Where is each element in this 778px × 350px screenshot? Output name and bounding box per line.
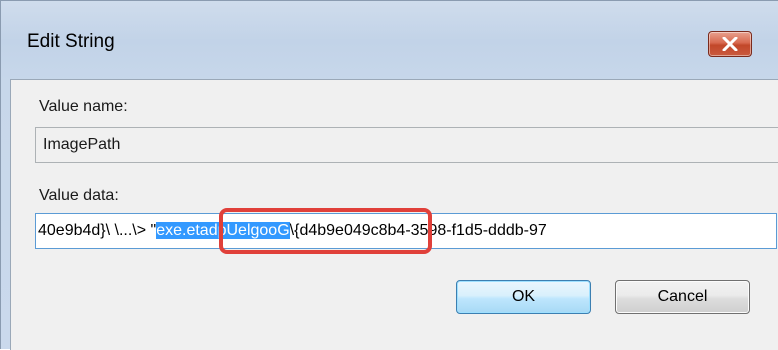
cancel-button[interactable]: Cancel	[615, 280, 750, 314]
dialog-body: Value name: ImagePath Value data: 40e9b4…	[10, 79, 778, 350]
value-name-field: ImagePath	[35, 127, 778, 163]
value-data-input[interactable]: 40e9b4d}\ \...\> "exe.etadpUelgooG\{d4b9…	[35, 213, 777, 249]
value-data-selected-text: exe.etadpUelgooG	[156, 222, 290, 239]
value-data-label: Value data:	[39, 187, 119, 204]
close-button[interactable]	[708, 31, 752, 57]
title-bar[interactable]: Edit String	[1, 1, 778, 83]
value-data-text-before: 40e9b4d}\ \...\> "	[38, 222, 157, 239]
ok-button[interactable]: OK	[456, 280, 591, 314]
value-data-text-after: \{d4b9e049c8b4-3598-f1d5-dddb-97	[289, 222, 547, 239]
value-name-label: Value name:	[39, 98, 128, 115]
edit-string-dialog: Edit String Value name: ImagePath Value …	[0, 0, 778, 350]
dialog-title: Edit String	[27, 31, 115, 52]
close-x-icon	[722, 37, 738, 51]
